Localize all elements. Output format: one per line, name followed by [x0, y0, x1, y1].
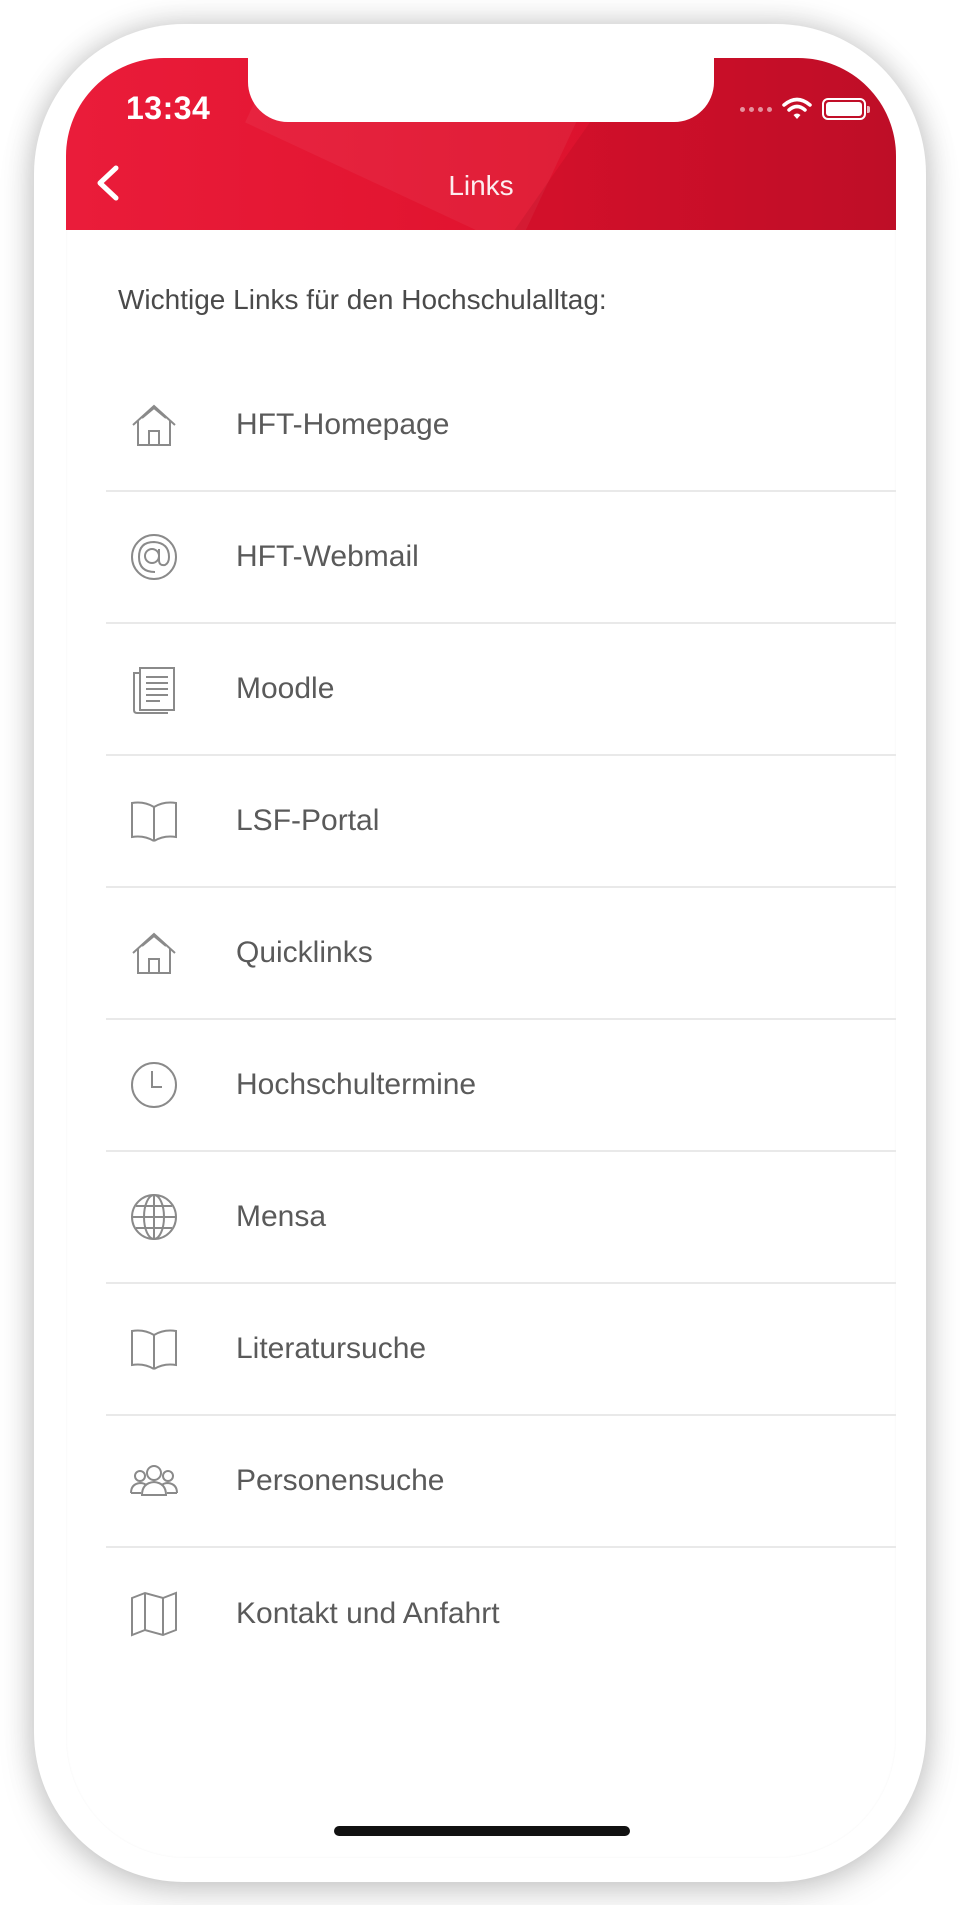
- document-icon: [133, 667, 175, 714]
- device-notch: [248, 58, 714, 122]
- globe-icon: [131, 1194, 177, 1240]
- link-item-hochschultermine[interactable]: Hochschultermine: [106, 1020, 896, 1152]
- link-item-kontakt-und-anfahrt[interactable]: Kontakt und Anfahrt: [106, 1548, 896, 1680]
- link-item-lsf-portal[interactable]: LSF-Portal: [106, 756, 896, 888]
- link-item-moodle[interactable]: Moodle: [106, 624, 896, 756]
- link-item-mensa[interactable]: Mensa: [106, 1152, 896, 1284]
- link-label: Literatursuche: [236, 1332, 427, 1365]
- link-item-literatursuche[interactable]: Literatursuche: [106, 1284, 896, 1416]
- link-label: HFT-Webmail: [236, 540, 419, 573]
- home-icon: [132, 404, 176, 446]
- battery-icon: [822, 98, 870, 120]
- home-indicator[interactable]: [334, 1826, 630, 1836]
- link-item-hft-webmail[interactable]: HFT-Webmail: [106, 492, 896, 624]
- book-icon: [131, 1329, 177, 1370]
- header-bar: 13:34 Links: [66, 58, 896, 230]
- link-item-hft-homepage[interactable]: HFT-Homepage: [106, 360, 896, 492]
- map-icon: [131, 1591, 177, 1637]
- book-icon: [131, 801, 177, 842]
- app-screen: 13:34 Links Wichtige Links für den Hochs…: [66, 58, 896, 1858]
- status-icons: [740, 94, 870, 124]
- link-label: Quicklinks: [236, 936, 373, 969]
- link-label: Mensa: [236, 1200, 327, 1233]
- at-sign-icon: [131, 534, 177, 580]
- link-label: Moodle: [236, 672, 335, 705]
- link-list: HFT-Homepage HFT-Webmail Moodle LSF-Port…: [106, 360, 896, 1680]
- link-label: Personensuche: [236, 1464, 445, 1497]
- clock-icon: [131, 1062, 177, 1108]
- link-label: Hochschultermine: [236, 1068, 477, 1101]
- people-icon: [130, 1465, 178, 1496]
- wifi-icon: [782, 97, 812, 119]
- link-item-personensuche[interactable]: Personensuche: [106, 1416, 896, 1548]
- link-item-quicklinks[interactable]: Quicklinks: [106, 888, 896, 1020]
- page-title: Links: [448, 170, 514, 201]
- link-label: LSF-Portal: [236, 804, 380, 837]
- link-label: Kontakt und Anfahrt: [236, 1597, 500, 1630]
- link-label: HFT-Homepage: [236, 408, 450, 441]
- home-icon: [132, 932, 176, 974]
- cellular-signal-icon: [740, 106, 772, 112]
- status-time: 13:34: [126, 90, 211, 126]
- intro-text: Wichtige Links für den Hochschulalltag:: [118, 284, 607, 315]
